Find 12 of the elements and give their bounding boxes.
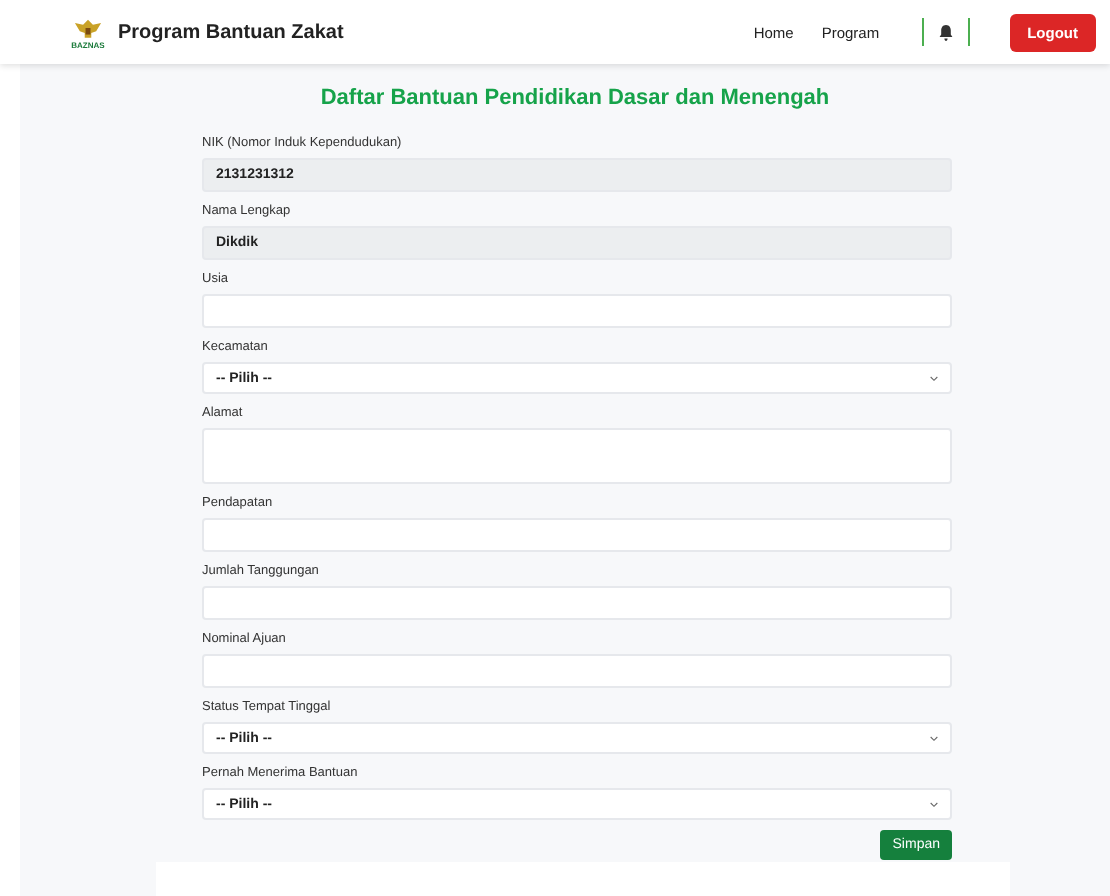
form-title: Daftar Bantuan Pendidikan Dasar dan Menengah xyxy=(318,86,832,110)
chevron-down-icon xyxy=(930,801,938,807)
textarea-field[interactable] xyxy=(202,428,952,484)
input-field[interactable] xyxy=(202,586,952,620)
input-field[interactable] xyxy=(202,654,952,688)
input-field[interactable] xyxy=(202,518,952,552)
input-field[interactable] xyxy=(202,294,952,328)
eagle-emblem-icon xyxy=(70,15,106,39)
bell-icon[interactable] xyxy=(937,23,954,41)
app-title: Program Bantuan Zakat xyxy=(118,21,344,43)
chevron-down-icon xyxy=(930,735,938,741)
chevron-down-icon xyxy=(930,375,938,381)
